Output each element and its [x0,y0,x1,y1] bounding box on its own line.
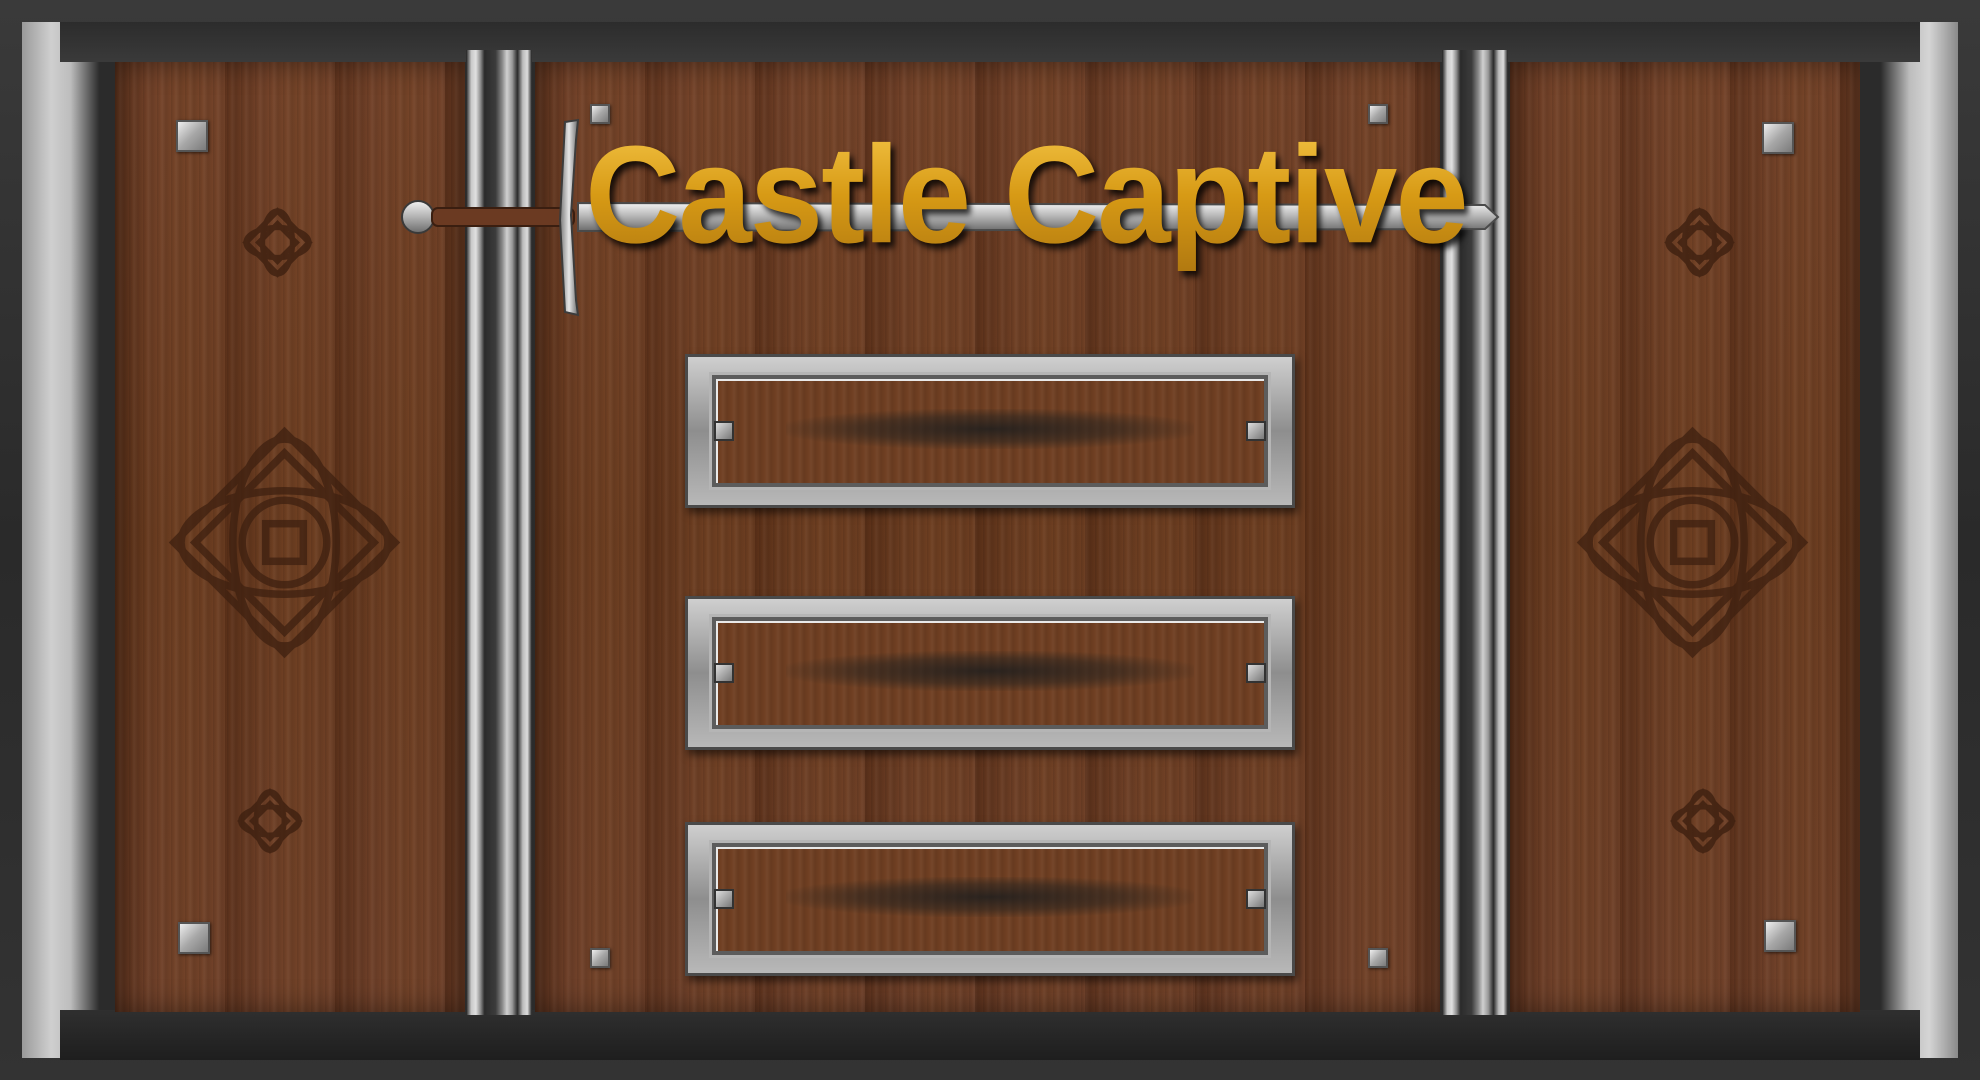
frame-bottom-edge [60,1010,1920,1060]
celtic-knot-icon [1664,207,1735,278]
game-title: Castle Captives [585,116,1540,274]
menu-button-label [688,357,1292,505]
menu-button-label [688,599,1292,747]
celtic-knot-icon [1670,788,1736,854]
rivet-icon [1368,948,1388,968]
celtic-knot-icon [242,207,313,278]
rivet-icon [178,922,210,954]
celtic-knot-icon [1576,426,1809,659]
celtic-knot-icon [168,426,401,659]
menu-button-label [688,825,1292,973]
celtic-knot-icon [237,788,303,854]
rivet-icon [176,120,208,152]
menu-button-1[interactable] [685,354,1295,508]
rivet-icon [590,948,610,968]
rivet-icon [1762,122,1794,154]
menu-button-2[interactable] [685,596,1295,750]
menu-button-3[interactable] [685,822,1295,976]
frame-top-edge [60,22,1920,62]
rivet-icon [1764,920,1796,952]
